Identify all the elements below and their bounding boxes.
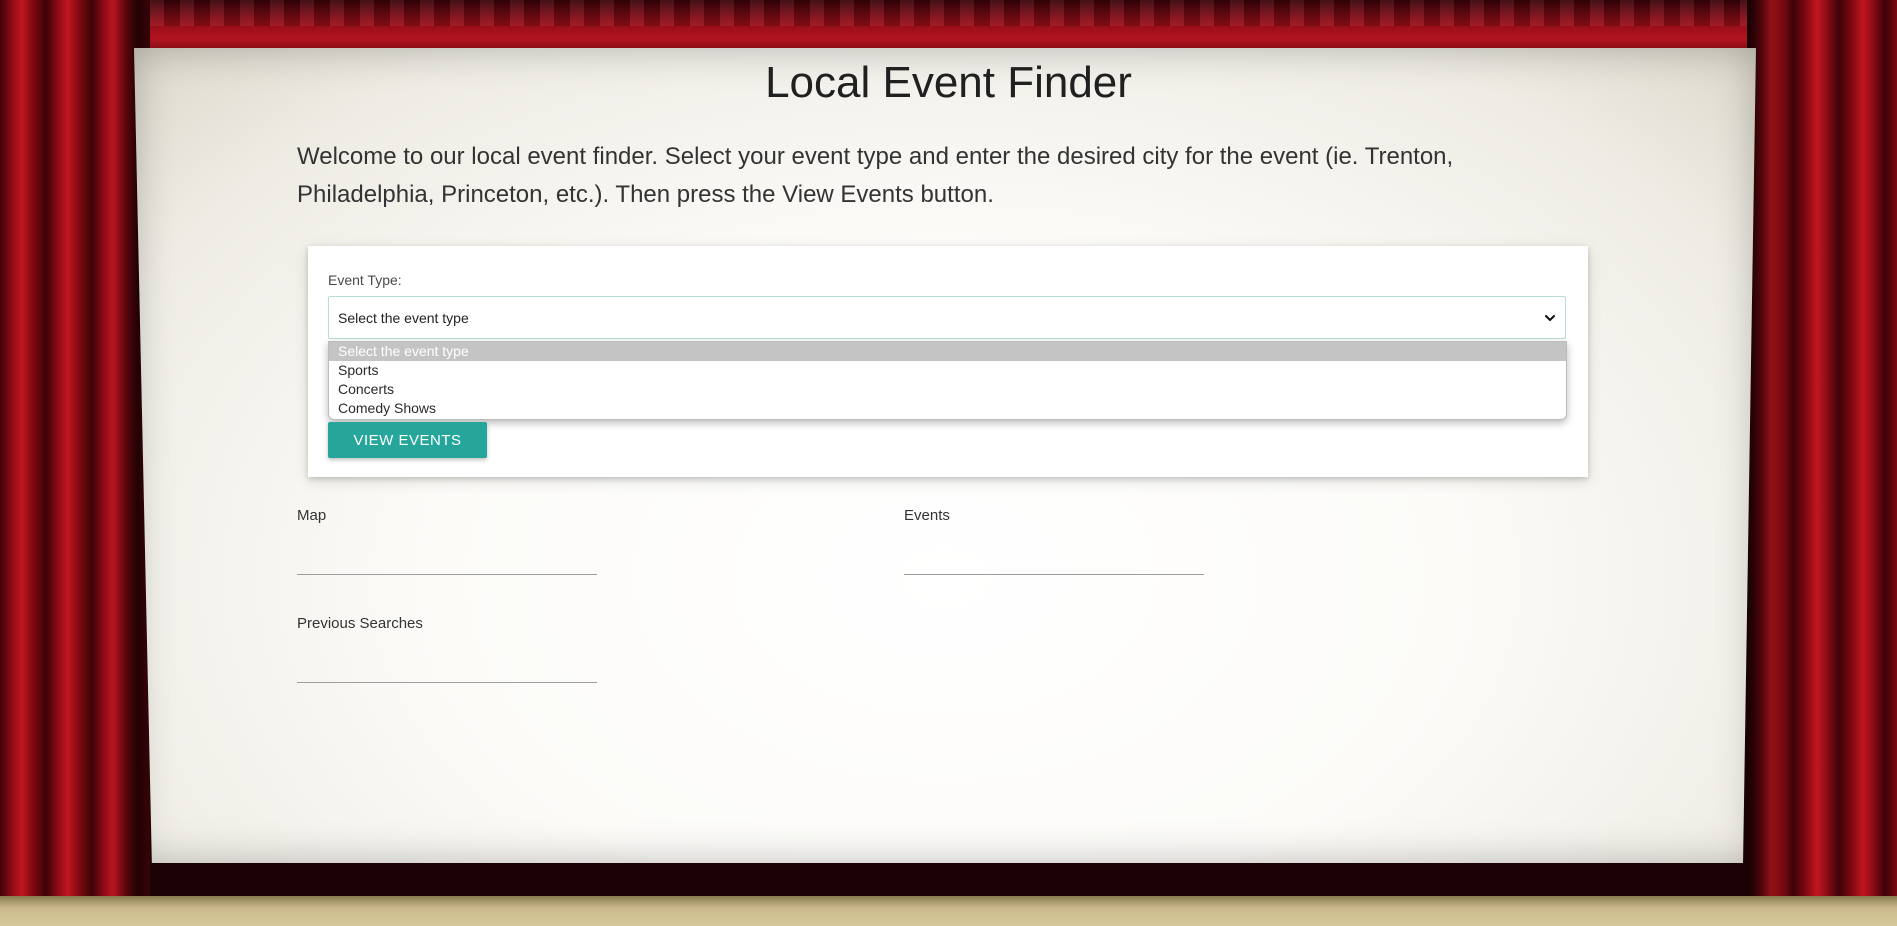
event-type-options-list: Select the event type Sports Concerts Co… — [328, 341, 1567, 420]
option-select-event-type[interactable]: Select the event type — [329, 342, 1566, 361]
previous-searches-label: Previous Searches — [297, 615, 423, 632]
event-type-label: Event Type: — [328, 272, 402, 288]
previous-searches-underline — [297, 682, 597, 683]
theater-stage: Local Event Finder Welcome to our local … — [0, 0, 1897, 926]
events-label: Events — [904, 507, 950, 524]
curtain-right — [1747, 0, 1897, 900]
page-title: Local Event Finder — [765, 58, 1132, 107]
curtain-left — [0, 0, 150, 900]
view-events-button[interactable]: VIEW EVENTS — [328, 422, 487, 458]
events-field-underline — [904, 574, 1204, 575]
intro-text: Welcome to our local event finder. Selec… — [297, 143, 1454, 208]
chevron-down-icon — [1545, 315, 1555, 321]
option-concerts[interactable]: Concerts — [329, 380, 1566, 399]
map-field-underline — [297, 574, 597, 575]
event-type-select[interactable]: Select the event type — [328, 296, 1566, 339]
search-card: Event Type: Select the event type Select… — [308, 246, 1588, 477]
event-type-select-value: Select the event type — [338, 310, 469, 326]
option-comedy-shows[interactable]: Comedy Shows — [329, 399, 1566, 418]
map-label: Map — [297, 507, 327, 524]
stage-floor — [0, 896, 1897, 926]
option-sports[interactable]: Sports — [329, 361, 1566, 380]
